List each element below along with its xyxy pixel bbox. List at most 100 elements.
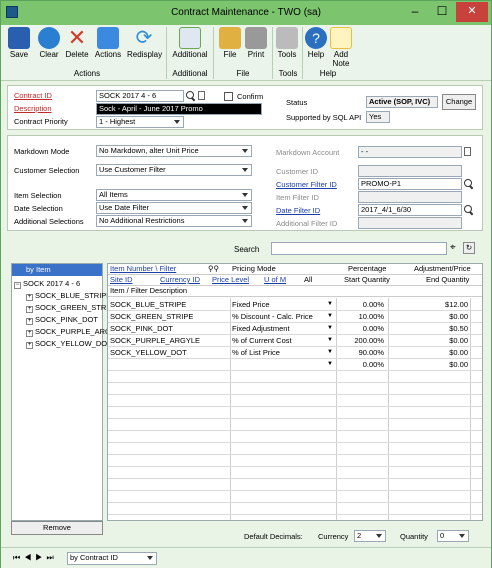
minimize-button[interactable]: – bbox=[402, 2, 428, 22]
percentage-cell[interactable]: 0.00% bbox=[338, 323, 384, 334]
adjustment-cell[interactable]: $0.00 bbox=[390, 311, 468, 322]
binoculars-icon[interactable]: ⌖ bbox=[450, 242, 456, 253]
item-number-cell[interactable]: SOCK_BLUE_STRIPE bbox=[110, 299, 228, 310]
pricing-mode-cell[interactable]: % of List Price bbox=[232, 347, 332, 358]
percentage-cell[interactable]: 0.00% bbox=[338, 299, 384, 310]
tree-root[interactable]: − SOCK 2017 4 - 6 bbox=[14, 279, 80, 289]
pricing-grid: Item Number \ Filter ⚲⚲ Pricing Mode Per… bbox=[107, 263, 483, 521]
item-number-cell[interactable]: SOCK_YELLOW_DOT bbox=[110, 347, 228, 358]
percentage-cell[interactable]: 200.00% bbox=[338, 335, 384, 346]
note-icon[interactable] bbox=[198, 91, 205, 100]
item-number-cell[interactable]: SOCK_GREEN_STRIPE bbox=[110, 311, 228, 322]
tools-button[interactable]: Tools bbox=[276, 25, 298, 59]
date-selection-select[interactable]: Use Date Filter bbox=[96, 202, 252, 214]
sql-api-value: Yes bbox=[366, 111, 390, 123]
redisplay-button[interactable]: ⟳ Redisplay bbox=[127, 25, 162, 59]
row-divider bbox=[108, 394, 482, 395]
percentage-cell[interactable]: 90.00% bbox=[338, 347, 384, 358]
confirm-checkbox[interactable] bbox=[224, 92, 233, 101]
tree-item[interactable]: + SOCK_YELLOW_DOT bbox=[26, 339, 112, 349]
sort-select[interactable]: by Contract ID bbox=[67, 552, 157, 565]
pricing-mode-cell[interactable]: % of Current Cost bbox=[232, 335, 332, 346]
additional-button[interactable]: Additional bbox=[171, 25, 209, 59]
item-filter-field bbox=[358, 191, 462, 203]
quantity-decimals-select[interactable]: 0 bbox=[437, 530, 469, 542]
delete-button[interactable]: ✕ Delete bbox=[65, 25, 89, 60]
redisplay-icon: ⟳ bbox=[135, 27, 153, 49]
lookup-icon-pair[interactable]: ⚲⚲ bbox=[208, 264, 219, 274]
group-tools: Tools bbox=[278, 69, 298, 78]
pricing-mode-dropdown-icon[interactable]: ▼ bbox=[327, 323, 333, 334]
clear-icon bbox=[38, 27, 60, 49]
pricing-mode-dropdown-icon[interactable]: ▼ bbox=[327, 347, 333, 358]
percentage-cell[interactable]: 0.00% bbox=[338, 359, 384, 370]
uofm-header[interactable]: U of M bbox=[264, 275, 286, 285]
search-options-icon[interactable]: ↻ bbox=[463, 242, 475, 254]
item-number-cell[interactable]: SOCK_PINK_DOT bbox=[110, 323, 228, 334]
adjustment-cell[interactable]: $0.50 bbox=[390, 323, 468, 334]
item-selection-select[interactable]: All Items bbox=[96, 189, 252, 201]
help-button[interactable]: ? Help bbox=[305, 25, 327, 59]
adjustment-cell[interactable]: $0.00 bbox=[390, 347, 468, 358]
tools-icon bbox=[276, 27, 298, 49]
customer-filter-field[interactable]: PROMO-P1 bbox=[358, 178, 462, 190]
contract-id-field[interactable]: SOCK 2017 4 - 6 bbox=[96, 90, 184, 102]
clear-button[interactable]: Clear bbox=[37, 25, 61, 59]
site-id-header[interactable]: Site ID bbox=[110, 275, 133, 285]
customer-filter-lookup-icon[interactable] bbox=[464, 179, 474, 189]
additional-selections-select[interactable]: No Additional Restrictions bbox=[96, 215, 252, 227]
tree-item[interactable]: + SOCK_GREEN_STRIPE bbox=[26, 303, 118, 313]
item-number-header[interactable]: Item Number \ Filter bbox=[110, 264, 176, 274]
adjustment-cell[interactable]: $0.00 bbox=[390, 335, 468, 346]
pricing-mode-cell[interactable]: Fixed Adjustment bbox=[232, 323, 332, 334]
tree-item[interactable]: + SOCK_PINK_DOT bbox=[26, 315, 98, 325]
percentage-cell[interactable]: 10.00% bbox=[338, 311, 384, 322]
pricing-mode-dropdown-icon[interactable]: ▼ bbox=[327, 311, 333, 322]
change-button[interactable]: Change bbox=[442, 94, 476, 110]
pricing-mode-dropdown-icon[interactable]: ▼ bbox=[327, 359, 333, 370]
remove-button[interactable]: Remove bbox=[11, 521, 103, 535]
save-button[interactable]: Save bbox=[7, 25, 31, 59]
ribbon-toolbar: Save Clear ✕ Delete Actions ⟳ Redisplay Ad… bbox=[1, 25, 491, 81]
price-level-header[interactable]: Price Level bbox=[212, 275, 249, 285]
pricing-mode-cell[interactable]: % Discount - Calc. Price bbox=[232, 311, 332, 322]
date-filter-field[interactable]: 2017_4/1_6/30 bbox=[358, 204, 462, 216]
markdown-mode-select[interactable]: No Markdown, alter Unit Price bbox=[96, 145, 252, 157]
currency-decimals-select[interactable]: 2 bbox=[354, 530, 386, 542]
adjustment-cell[interactable]: $0.00 bbox=[390, 359, 468, 370]
currency-id-header[interactable]: Currency ID bbox=[160, 275, 200, 285]
description-field[interactable]: Sock - April - June 2017 Promo bbox=[96, 103, 262, 115]
search-input[interactable] bbox=[271, 242, 447, 255]
adjustment-cell[interactable]: $12.00 bbox=[390, 299, 468, 310]
customer-selection-select[interactable]: Use Customer Filter bbox=[96, 164, 252, 176]
customer-filter-label[interactable]: Customer Filter ID bbox=[276, 180, 337, 189]
contract-id-label[interactable]: Contract ID bbox=[14, 91, 52, 100]
date-filter-label[interactable]: Date Filter ID bbox=[276, 206, 320, 215]
pricing-mode-cell[interactable]: Fixed Price bbox=[232, 299, 332, 310]
maximize-button[interactable]: ☐ bbox=[429, 2, 455, 22]
close-button[interactable]: ✕ bbox=[456, 2, 488, 22]
add-note-button[interactable]: Add Note bbox=[329, 25, 353, 68]
row-divider bbox=[108, 490, 482, 491]
file-button[interactable]: File bbox=[219, 25, 241, 59]
contract-priority-select[interactable]: 1 - Highest bbox=[96, 116, 184, 128]
row-divider bbox=[108, 370, 482, 371]
row-divider bbox=[108, 418, 482, 419]
pricing-mode-dropdown-icon[interactable]: ▼ bbox=[327, 335, 333, 346]
tree-header[interactable]: by Item bbox=[12, 264, 102, 276]
print-button[interactable]: Print bbox=[245, 25, 267, 59]
actions-button[interactable]: Actions bbox=[93, 25, 123, 59]
item-number-cell[interactable]: SOCK_PURPLE_ARGYLE bbox=[110, 335, 228, 346]
customer-id-field bbox=[358, 165, 462, 177]
confirm-label: Confirm bbox=[237, 92, 264, 101]
pricing-mode-dropdown-icon[interactable]: ▼ bbox=[327, 299, 333, 310]
record-navigation-icons[interactable]: ⏮◀▶⏭ bbox=[13, 553, 58, 563]
row-divider bbox=[108, 442, 482, 443]
date-filter-lookup-icon[interactable] bbox=[464, 205, 474, 215]
row-divider bbox=[108, 310, 482, 311]
additional-selections-label: Additional Selections bbox=[14, 217, 84, 226]
item-tree: by Item − SOCK 2017 4 - 6 + SOCK_BLUE_STRI… bbox=[11, 263, 125, 521]
group-additional: Additional bbox=[172, 69, 208, 78]
lookup-icon[interactable] bbox=[186, 91, 196, 101]
tree-item[interactable]: + SOCK_BLUE_STRIPE bbox=[26, 291, 111, 301]
